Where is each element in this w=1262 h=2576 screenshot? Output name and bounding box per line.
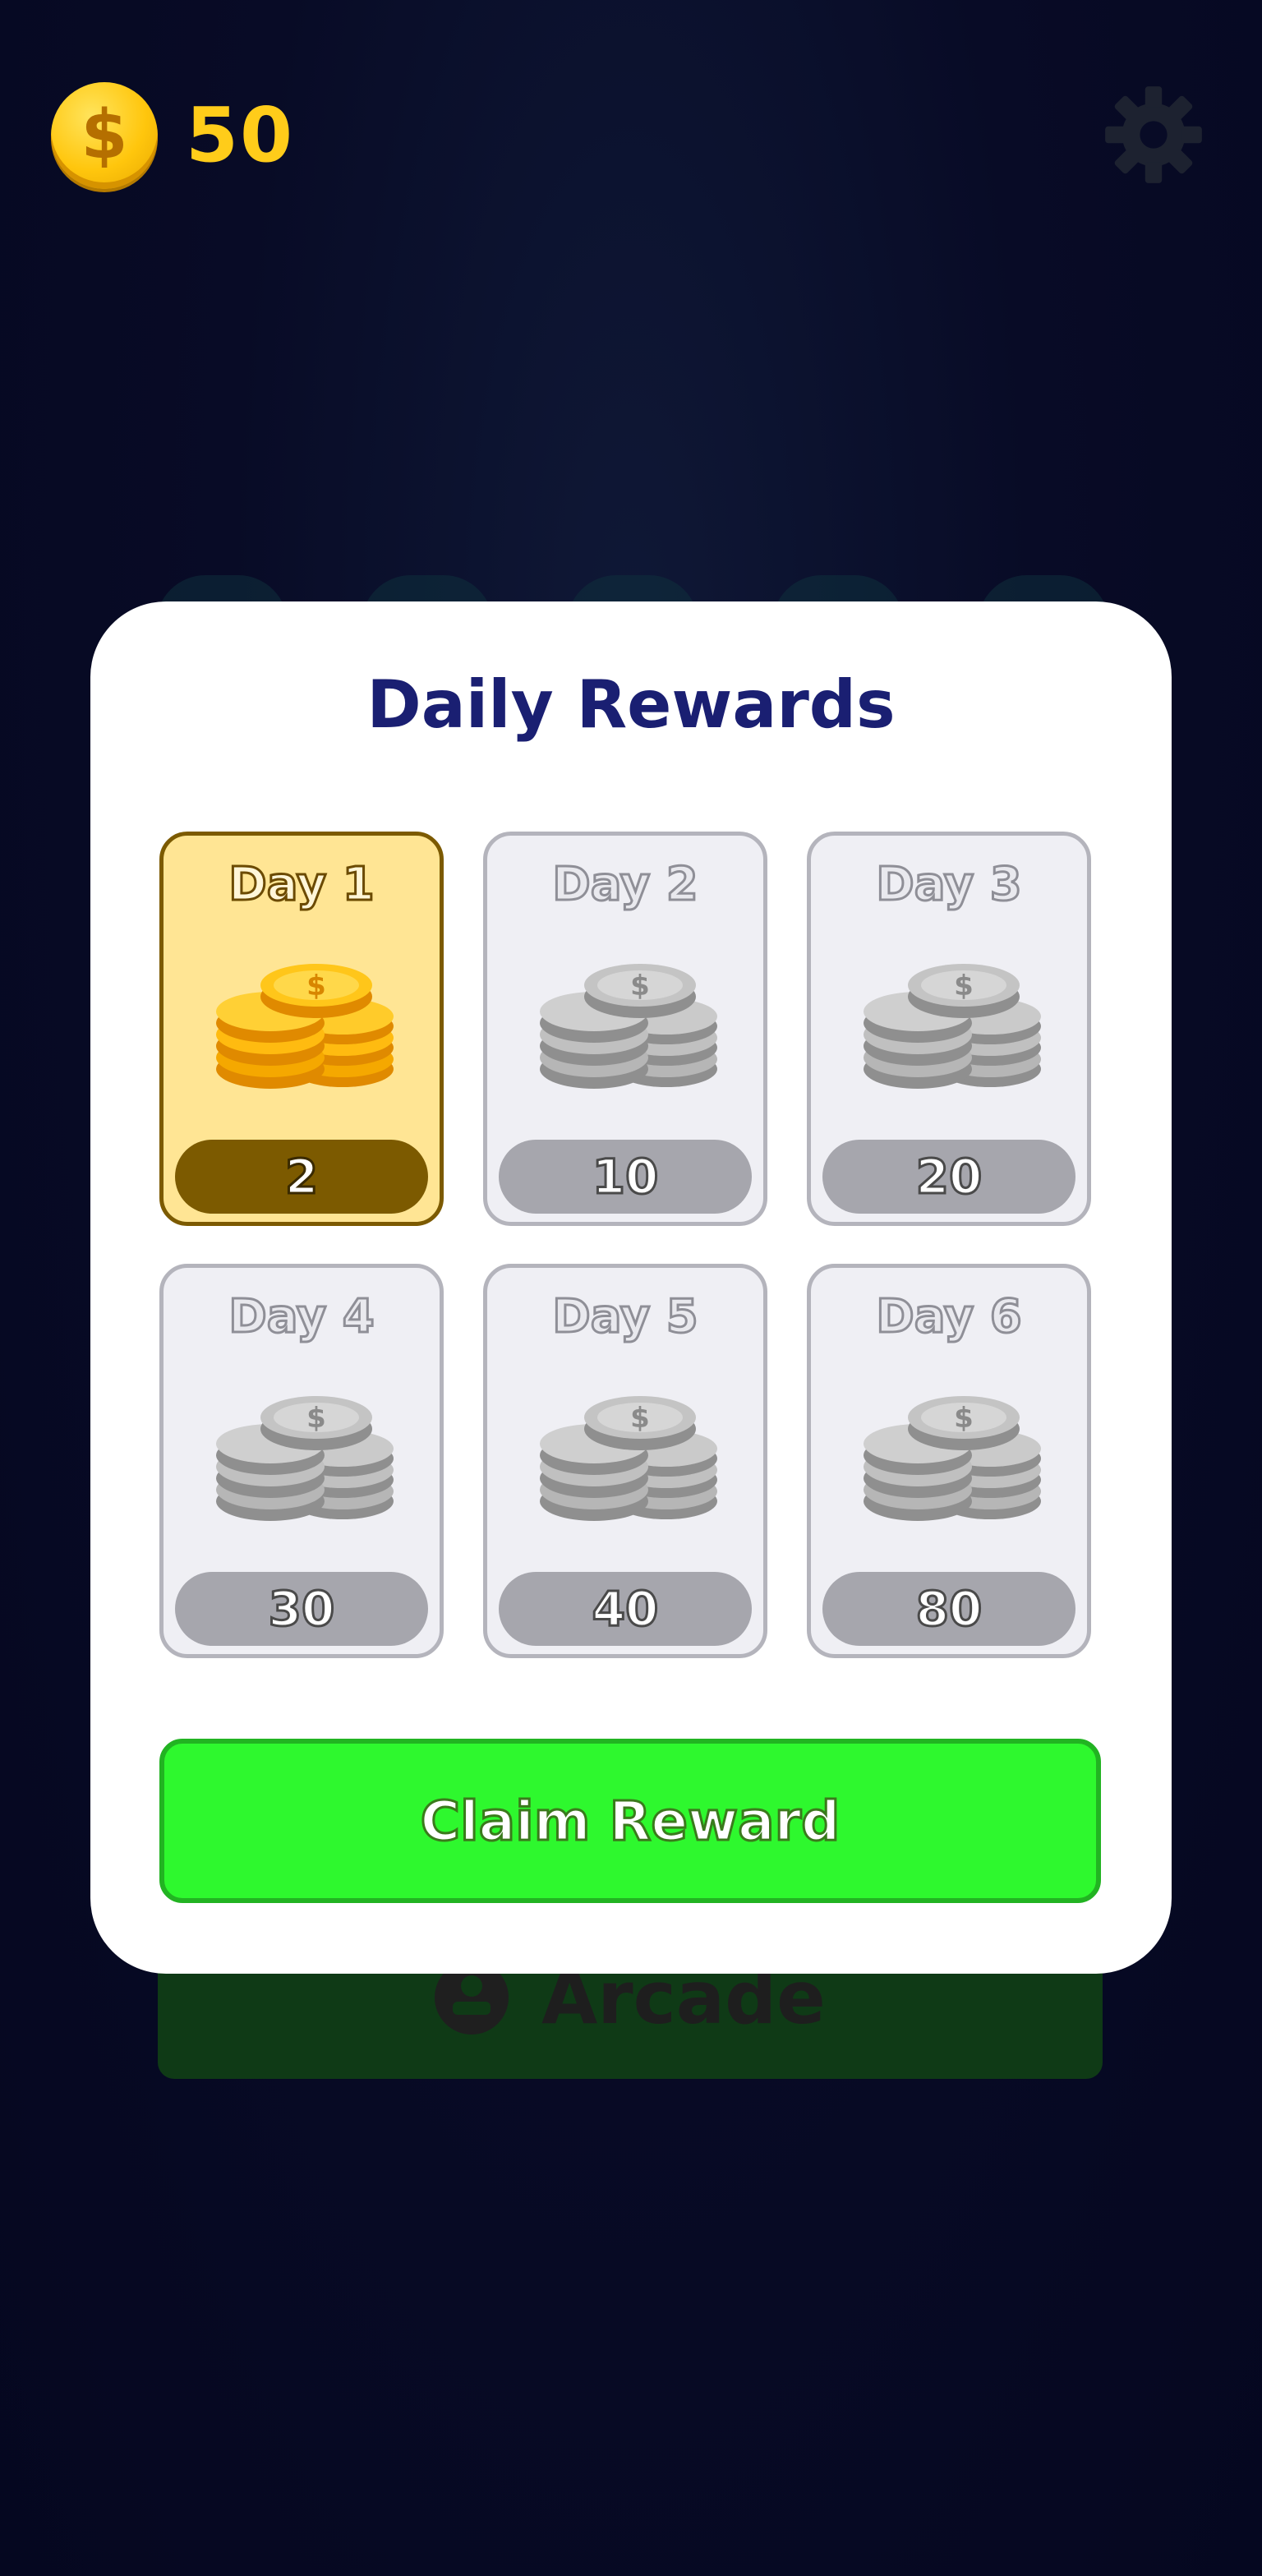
modal-title: Daily Rewards — [366, 666, 896, 743]
card-day-label: Day 3 — [875, 858, 1024, 911]
card-day-label: Day 4 — [228, 1290, 376, 1343]
reward-card-day-1[interactable]: Day 1 $ 2 — [159, 832, 444, 1226]
silver-coin-stack-icon: $ — [864, 1396, 1041, 1521]
reward-card-day-3[interactable]: Day 3 $ 20 — [807, 832, 1091, 1226]
card-day-label: Day 5 — [551, 1290, 700, 1343]
coin-icon: $ — [51, 82, 158, 189]
reward-amount: 2 — [175, 1140, 428, 1214]
card-day-label: Day 1 — [228, 858, 376, 911]
svg-text:$: $ — [630, 1402, 650, 1435]
gold-coin-stack-icon: $ — [216, 964, 394, 1089]
silver-coin-stack-icon: $ — [864, 964, 1041, 1089]
card-day-label: Day 2 — [551, 858, 700, 911]
svg-text:$: $ — [954, 1402, 974, 1435]
claim-reward-button[interactable]: Claim Reward — [159, 1739, 1101, 1903]
gear-icon[interactable] — [1101, 82, 1206, 187]
silver-coin-stack-icon: $ — [540, 1396, 717, 1521]
reward-card-day-4[interactable]: Day 4 $ 30 — [159, 1264, 444, 1658]
reward-amount: 80 — [822, 1572, 1075, 1646]
reward-card-day-2[interactable]: Day 2 $ 10 — [483, 832, 767, 1226]
claim-reward-label: Claim Reward — [419, 1788, 841, 1854]
svg-text:$: $ — [306, 1402, 326, 1435]
reward-amount: 10 — [499, 1140, 752, 1214]
currency-symbol: $ — [81, 96, 128, 174]
reward-amount: 20 — [822, 1140, 1075, 1214]
reward-amount: 40 — [499, 1572, 752, 1646]
silver-coin-stack-icon: $ — [216, 1396, 394, 1521]
coin-count: 50 — [186, 91, 295, 179]
svg-text:$: $ — [954, 970, 974, 1002]
card-day-label: Day 6 — [875, 1290, 1024, 1343]
silver-coin-stack-icon: $ — [540, 964, 717, 1089]
daily-rewards-modal: Daily Rewards Day 1 $ 2 Day 2 $ 10 Day 3… — [90, 601, 1172, 1974]
coin-balance: $ 50 — [51, 82, 294, 189]
reward-card-day-6[interactable]: Day 6 $ 80 — [807, 1264, 1091, 1658]
reward-amount: 30 — [175, 1572, 428, 1646]
svg-text:$: $ — [630, 970, 650, 1002]
reward-card-day-5[interactable]: Day 5 $ 40 — [483, 1264, 767, 1658]
svg-text:$: $ — [306, 970, 326, 1002]
